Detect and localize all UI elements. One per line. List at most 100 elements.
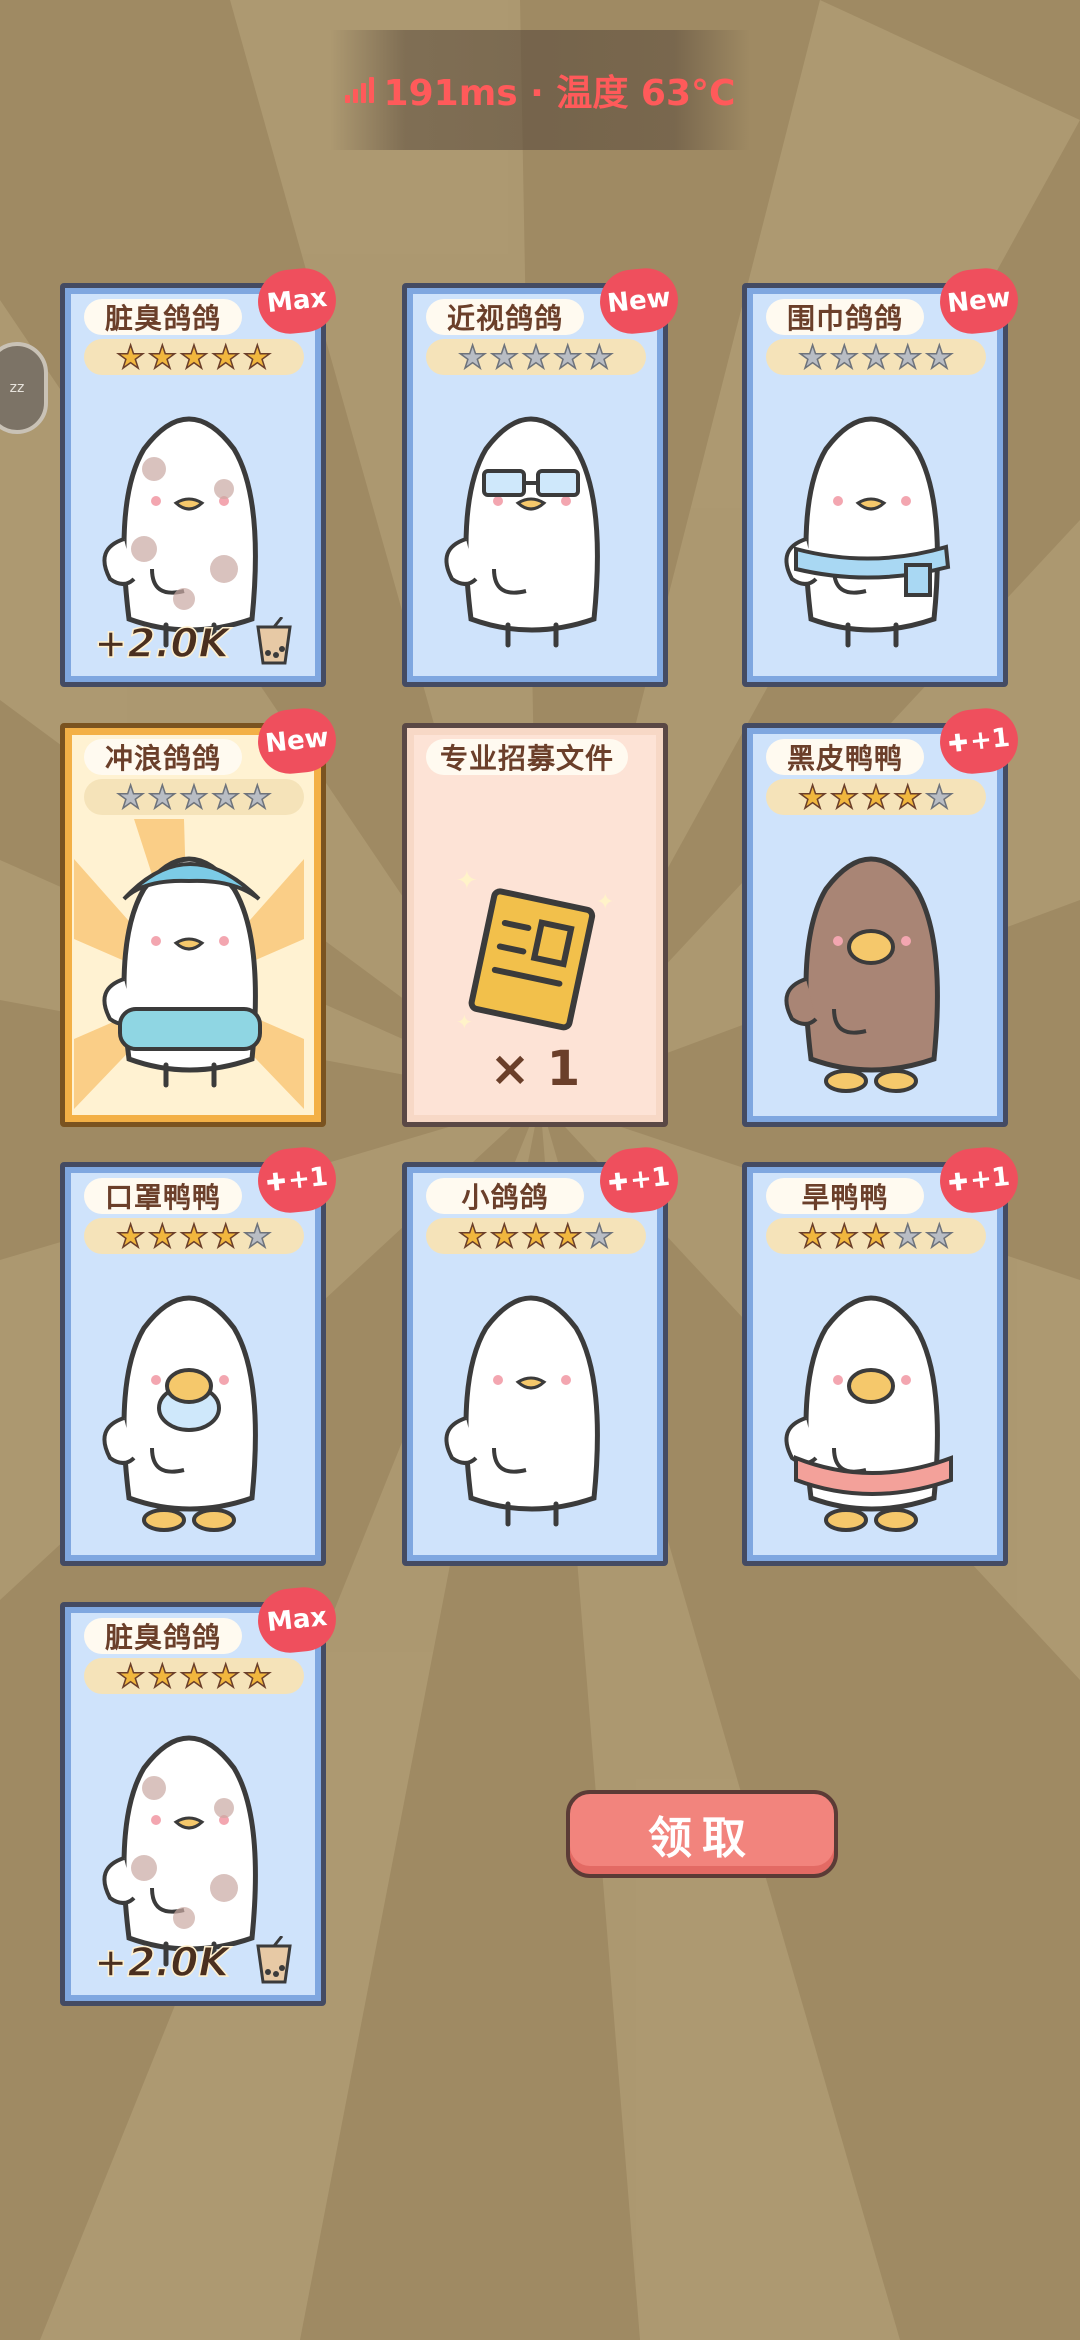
star-icon: ★ <box>553 338 583 376</box>
card-name: 围巾鸽鸽 <box>766 299 924 335</box>
star-icon: ★ <box>489 1217 519 1255</box>
star-icon: ★ <box>458 1217 488 1255</box>
character-card[interactable]: 专业招募文件 ✦ ✦ ✦ × 1 <box>402 723 670 1127</box>
star-rating: ★ ★ ★ ★ ★ <box>766 779 986 815</box>
character-card[interactable]: 口罩鸭鸭 ★ ★ ★ ★ ★ ✚ +1 <box>60 1144 340 1566</box>
star-icon: ★ <box>521 338 551 376</box>
star-icon: ★ <box>584 338 614 376</box>
svg-text:✦: ✦ <box>456 1010 473 1034</box>
card-name: 口罩鸭鸭 <box>84 1178 242 1214</box>
signal-icon <box>344 77 374 103</box>
badge-label: +1 <box>286 1161 330 1196</box>
badge-label: +1 <box>968 722 1012 757</box>
star-icon: ★ <box>458 338 488 376</box>
svg-text:✦: ✦ <box>456 866 478 896</box>
bubble-tea-icon <box>256 1936 292 1984</box>
character-card[interactable]: 近视鸽鸽 ★ ★ ★ ★ ★ New <box>402 265 682 687</box>
puzzle-icon: ✚ <box>264 1167 288 1198</box>
card-name: 黑皮鸭鸭 <box>766 739 924 775</box>
star-icon: ★ <box>829 1217 859 1255</box>
card-name: 脏臭鸽鸽 <box>84 299 242 335</box>
star-icon: ★ <box>584 1217 614 1255</box>
card-name: 旱鸭鸭 <box>766 1178 924 1214</box>
side-sleep-button[interactable]: zz <box>0 342 48 434</box>
claim-button[interactable]: 领取 <box>566 1790 838 1878</box>
status-text: 191ms · 温度 63°C <box>383 73 736 114</box>
star-icon: ★ <box>147 1217 177 1255</box>
badge-label: New <box>945 282 1013 320</box>
svg-text:✦: ✦ <box>596 890 614 915</box>
card-name: 小鸽鸽 <box>426 1178 584 1214</box>
character-illustration <box>444 1295 600 1527</box>
character-illustration <box>784 1295 953 1532</box>
star-icon: ★ <box>179 778 209 816</box>
star-icon: ★ <box>798 1217 828 1255</box>
character-illustration <box>102 856 262 1088</box>
star-icon: ★ <box>116 1217 146 1255</box>
star-rating: ★ ★ ★ ★ ★ <box>426 339 646 375</box>
puzzle-icon: ✚ <box>946 728 970 759</box>
star-icon: ★ <box>861 1217 891 1255</box>
star-icon: ★ <box>521 1217 551 1255</box>
star-icon: ★ <box>553 1217 583 1255</box>
star-icon: ★ <box>893 338 923 376</box>
star-icon: ★ <box>116 1657 146 1695</box>
star-rating: ★ ★ ★ ★ ★ <box>766 1218 986 1254</box>
star-icon: ★ <box>211 338 241 376</box>
star-icon: ★ <box>116 778 146 816</box>
star-rating: ★ ★ ★ ★ ★ <box>84 339 304 375</box>
star-icon: ★ <box>861 338 891 376</box>
star-rating: ★ ★ ★ ★ ★ <box>84 779 304 815</box>
star-icon: ★ <box>211 1217 241 1255</box>
badge-label: New <box>605 282 673 320</box>
star-icon: ★ <box>861 778 891 816</box>
star-icon: ★ <box>829 338 859 376</box>
star-rating: ★ ★ ★ ★ ★ <box>426 1218 646 1254</box>
star-icon: ★ <box>924 338 954 376</box>
badge-label: +1 <box>628 1161 672 1196</box>
star-icon: ★ <box>893 778 923 816</box>
star-rating: ★ ★ ★ ★ ★ <box>766 339 986 375</box>
star-icon: ★ <box>489 338 519 376</box>
star-icon: ★ <box>798 778 828 816</box>
star-icon: ★ <box>893 1217 923 1255</box>
network-status-bar: 191ms · 温度 63°C <box>330 30 750 150</box>
star-icon: ★ <box>211 778 241 816</box>
star-icon: ★ <box>179 338 209 376</box>
character-card[interactable]: 小鸽鸽 ★ ★ ★ ★ ★ ✚ +1 <box>402 1144 682 1566</box>
character-illustration <box>102 1295 258 1532</box>
character-illustration <box>444 416 600 648</box>
star-icon: ★ <box>179 1657 209 1695</box>
puzzle-icon: ✚ <box>946 1167 970 1198</box>
character-illustration <box>784 856 940 1093</box>
card-name: 近视鸽鸽 <box>426 299 584 335</box>
star-icon: ★ <box>242 778 272 816</box>
star-icon: ★ <box>242 1657 272 1695</box>
puzzle-icon: ✚ <box>606 1167 630 1198</box>
character-card[interactable]: 冲浪鸽鸽 ★ ★ ★ ★ ★ New <box>60 705 340 1127</box>
star-icon: ★ <box>798 338 828 376</box>
star-icon: ★ <box>242 1217 272 1255</box>
character-card[interactable]: 脏臭鸽鸽 ★ ★ ★ ★ ★ +2.0K Max <box>60 265 340 687</box>
card-name: 冲浪鸽鸽 <box>84 739 242 775</box>
star-rating: ★ ★ ★ ★ ★ <box>84 1658 304 1694</box>
character-card[interactable]: 黑皮鸭鸭 ★ ★ ★ ★ ★ ✚ +1 <box>742 705 1022 1127</box>
badge-label: Max <box>265 1601 329 1639</box>
star-icon: ★ <box>924 778 954 816</box>
bonus-value: +2.0K <box>93 620 230 668</box>
card-name: 脏臭鸽鸽 <box>84 1618 242 1654</box>
star-icon: ★ <box>211 1657 241 1695</box>
star-rating: ★ ★ ★ ★ ★ <box>84 1218 304 1254</box>
star-icon: ★ <box>179 1217 209 1255</box>
character-card[interactable]: 旱鸭鸭 ★ ★ ★ ★ ★ ✚ +1 <box>742 1144 1022 1566</box>
badge-label: Max <box>265 282 329 320</box>
star-icon: ★ <box>147 778 177 816</box>
star-icon: ★ <box>829 778 859 816</box>
character-card[interactable]: 围巾鸽鸽 ★ ★ ★ ★ ★ New <box>742 265 1022 687</box>
character-card[interactable]: 脏臭鸽鸽 ★ ★ ★ ★ ★ +2.0K Max <box>60 1584 340 2006</box>
side-button-label: zz <box>9 380 25 396</box>
card-name: 专业招募文件 <box>426 739 629 775</box>
bonus-value: +2.0K <box>93 1939 230 1987</box>
star-icon: ★ <box>116 338 146 376</box>
star-icon: ★ <box>242 338 272 376</box>
